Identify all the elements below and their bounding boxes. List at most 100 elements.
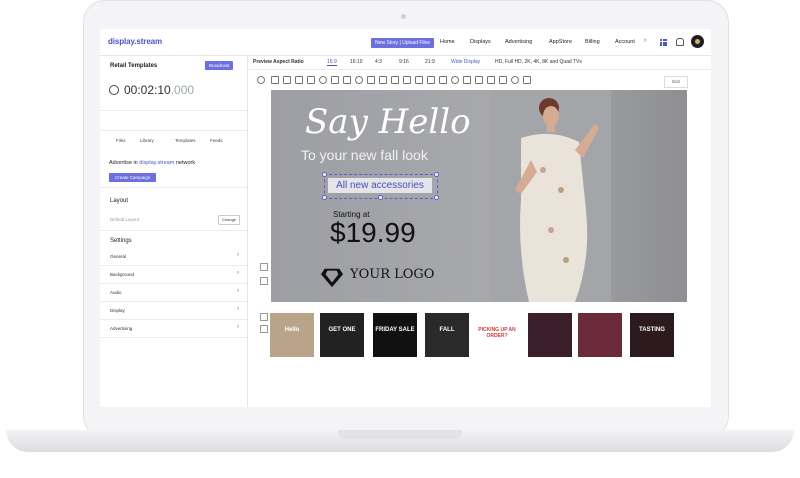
align-icon[interactable] xyxy=(260,263,268,271)
thumb-friday-sale[interactable]: FRIDAY SALE xyxy=(373,313,417,357)
aspect-16-10[interactable]: 16:10 xyxy=(350,59,363,65)
thumb-get-one[interactable]: GET ONE xyxy=(320,313,364,357)
code-icon[interactable] xyxy=(403,76,411,84)
aspect-9-16[interactable]: 9:16 xyxy=(399,59,409,65)
new-story-button[interactable]: New Story | Upload Files xyxy=(371,38,434,48)
thumbnail-label: FRIDAY SALE xyxy=(375,327,415,333)
aspect-wide-display[interactable]: Wide Display xyxy=(451,59,480,65)
aspect-label: Preview Aspect Ratio xyxy=(253,59,304,65)
broadcast-button[interactable]: Broadcast xyxy=(205,61,234,70)
youtube-icon[interactable] xyxy=(427,76,435,84)
editor-canvas[interactable]: Say Hello To your new fall look All new … xyxy=(271,90,687,302)
settings-title: Settings xyxy=(110,238,132,244)
nav-account[interactable]: Account xyxy=(615,39,635,45)
editor-toolbar xyxy=(253,74,693,86)
settings-background[interactable]: Background › xyxy=(100,266,247,284)
thumb-hello[interactable]: Hello xyxy=(270,313,314,357)
qr-icon[interactable] xyxy=(415,76,423,84)
resize-handle[interactable] xyxy=(434,195,439,200)
thumbnail-label: GET ONE xyxy=(328,327,356,333)
your-logo-text[interactable]: YOUR LOGO xyxy=(350,267,434,282)
chart-icon[interactable] xyxy=(499,76,507,84)
thumbnail-label: FALL xyxy=(439,327,455,333)
nav-more-chevron-icon[interactable]: › xyxy=(644,37,646,44)
shape-icon[interactable] xyxy=(307,76,315,84)
thumb-wine[interactable] xyxy=(528,313,572,357)
divider xyxy=(100,187,247,188)
selected-text-element[interactable]: All new accessories xyxy=(328,178,432,193)
nav-advertising[interactable]: Advertising xyxy=(505,39,532,45)
thumb-sale[interactable] xyxy=(578,313,622,357)
left-panel: Retail Templates Broadcast 00:02:10.000 … xyxy=(100,55,248,407)
advertise-text: Advertise in display.stream network xyxy=(109,160,196,166)
play-icon[interactable] xyxy=(257,76,265,84)
settings-gear-icon[interactable] xyxy=(511,76,519,84)
layers-icon[interactable] xyxy=(487,76,495,84)
settings-display[interactable]: Display › xyxy=(100,302,247,320)
tab-feeds[interactable]: Feeds xyxy=(210,138,223,143)
sticker-icon[interactable] xyxy=(523,76,531,84)
retail-templates-section: Retail Templates Broadcast 00:02:10.000 xyxy=(100,55,247,111)
resize-handle[interactable] xyxy=(322,172,327,177)
video-icon[interactable] xyxy=(331,76,339,84)
app-logo[interactable]: display.stream xyxy=(108,37,162,46)
thumb-fall[interactable]: FALL xyxy=(425,313,469,357)
panel-title: Retail Templates xyxy=(110,63,158,69)
exit-button[interactable]: Exit xyxy=(664,76,688,88)
diamond-logo-icon[interactable] xyxy=(321,266,343,288)
thumbnail-label: PICKING UP AN ORDER? xyxy=(478,327,516,339)
nav-appstore[interactable]: AppStore xyxy=(549,39,572,45)
aspect-16-9[interactable]: 16:9 xyxy=(327,59,337,66)
text-icon[interactable] xyxy=(283,76,291,84)
source-tabs: Files Library Templates Feeds xyxy=(100,110,247,143)
template-thumbnails: Hello GET ONE FRIDAY SALE FALL PICKING UP AN… xyxy=(270,313,680,357)
web-icon[interactable] xyxy=(439,76,447,84)
create-campaign-button[interactable]: Create Campaign xyxy=(109,173,157,182)
thumb-pickup[interactable]: PICKING UP AN ORDER? xyxy=(475,313,519,357)
subline-text[interactable]: To your new fall look xyxy=(301,147,428,163)
circle-icon[interactable] xyxy=(319,76,327,84)
thumb-tasting[interactable]: TASTING xyxy=(630,313,674,357)
bell-icon[interactable] xyxy=(676,38,684,46)
tab-library[interactable]: Library xyxy=(140,138,154,143)
layout-value: Default Layout xyxy=(110,217,140,222)
nav-displays[interactable]: Displays xyxy=(470,39,491,45)
tab-templates[interactable]: Templates xyxy=(175,138,196,143)
top-nav: display.stream New Story | Upload Files … xyxy=(100,29,711,56)
resize-handle[interactable] xyxy=(378,195,383,200)
settings-audio[interactable]: Audio › xyxy=(100,284,247,302)
tab-files[interactable]: Files xyxy=(116,138,126,143)
brush-icon[interactable] xyxy=(271,76,279,84)
expand-icon[interactable] xyxy=(260,313,268,321)
grid-icon[interactable] xyxy=(391,76,399,84)
aspect-note: HD, Full HD, 2K, 4K, 8K and Quad TVs xyxy=(495,59,582,65)
nav-home[interactable]: Home xyxy=(440,39,455,45)
table-icon[interactable] xyxy=(343,76,351,84)
avatar[interactable] xyxy=(691,35,704,48)
nav-billing[interactable]: Billing xyxy=(585,39,600,45)
resize-handle[interactable] xyxy=(434,172,439,177)
model-photo[interactable] xyxy=(491,90,611,302)
aspect-4-3[interactable]: 4:3 xyxy=(375,59,382,65)
resize-handle[interactable] xyxy=(322,195,327,200)
change-layout-button[interactable]: Change xyxy=(218,215,241,225)
timer-ms: .000 xyxy=(170,83,195,97)
globe-icon[interactable] xyxy=(451,76,459,84)
image-icon[interactable] xyxy=(295,76,303,84)
chevron-right-icon: › xyxy=(237,252,239,258)
aspect-21-9[interactable]: 21:9 xyxy=(425,59,435,65)
calendar-icon[interactable] xyxy=(367,76,375,84)
text-style-icon[interactable] xyxy=(260,277,268,285)
apps-grid-icon[interactable] xyxy=(660,39,667,46)
timer-main: 00:02:10 xyxy=(124,83,171,97)
chevron-right-icon: › xyxy=(237,288,239,294)
price-text[interactable]: $19.99 xyxy=(330,217,416,249)
weather-icon[interactable] xyxy=(463,76,471,84)
monitor-icon[interactable] xyxy=(379,76,387,84)
settings-general[interactable]: General › xyxy=(100,248,247,266)
font-icon[interactable] xyxy=(475,76,483,84)
settings-advertising[interactable]: Advertising › xyxy=(100,320,247,338)
clock-widget-icon[interactable] xyxy=(355,76,363,84)
collapse-icon[interactable] xyxy=(260,325,268,333)
headline-text[interactable]: Say Hello xyxy=(305,102,471,142)
